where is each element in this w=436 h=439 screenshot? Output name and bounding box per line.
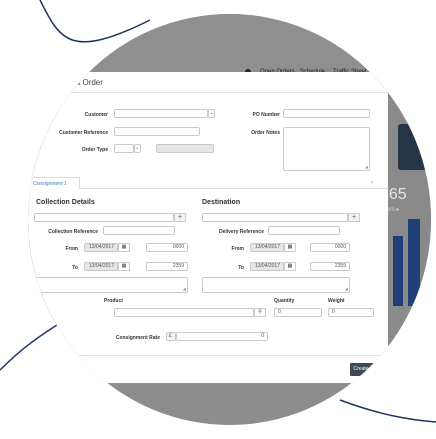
order-type-detail-input[interactable] bbox=[156, 144, 214, 153]
collection-to-label: To bbox=[72, 265, 78, 271]
consignment-rate-label: Consignment Rate bbox=[115, 335, 160, 341]
divider bbox=[28, 92, 388, 93]
collection-address-input[interactable] bbox=[34, 213, 174, 222]
calendar-icon[interactable]: ▦ bbox=[118, 262, 130, 271]
calendar-icon[interactable]: ▦ bbox=[284, 262, 296, 271]
po-number-label: PO Number bbox=[252, 112, 280, 118]
background-bar bbox=[393, 236, 403, 306]
destination-from-label: From bbox=[231, 246, 245, 252]
search-icon[interactable]: ⚲ bbox=[254, 308, 266, 317]
create-sales-order-modal: Create Sales Order Customer ⌄ Customer R… bbox=[28, 72, 388, 383]
add-collection-address-button[interactable]: + bbox=[174, 213, 186, 222]
collection-details-title: Collection Details bbox=[36, 199, 95, 206]
magnified-view: Open Orders Schedule Traffic Sheet 35 36… bbox=[28, 14, 431, 425]
calendar-icon[interactable]: ▦ bbox=[284, 243, 296, 252]
collection-to-time[interactable]: 2359 bbox=[146, 262, 188, 271]
collection-to-date[interactable]: 13/04/2017 bbox=[84, 262, 118, 271]
collection-reference-input[interactable] bbox=[103, 226, 175, 235]
modal-footer: Cancel Create Order bbox=[28, 355, 388, 383]
collection-notes-textarea[interactable]: ◢ bbox=[34, 277, 188, 293]
destination-to-date[interactable]: 13/04/2017 bbox=[250, 262, 284, 271]
weight-input[interactable]: 0 bbox=[328, 308, 374, 317]
resize-grip-icon[interactable]: ◢ bbox=[365, 164, 368, 169]
background-bar bbox=[408, 219, 420, 306]
chevron-down-icon[interactable]: ⌄ bbox=[208, 109, 215, 118]
delivery-reference-input[interactable] bbox=[268, 226, 340, 235]
collection-from-label: From bbox=[65, 246, 79, 252]
delivery-reference-label: Delivery Reference bbox=[218, 229, 264, 235]
collection-from-time[interactable]: 0000 bbox=[146, 243, 188, 252]
quantity-label: Quantity bbox=[274, 298, 295, 304]
collection-reference-label: Collection Reference bbox=[48, 229, 98, 235]
quantity-input[interactable]: 0 bbox=[274, 308, 322, 317]
consignment-rate-input[interactable]: 0 bbox=[176, 332, 268, 341]
collection-from-date[interactable]: 13/04/2017 bbox=[84, 243, 118, 252]
resize-grip-icon[interactable]: ◢ bbox=[183, 286, 186, 291]
create-order-button[interactable]: Create Order bbox=[350, 363, 386, 376]
destination-notes-textarea[interactable]: ◢ bbox=[202, 277, 350, 293]
weight-label: Weight bbox=[328, 298, 345, 304]
currency-symbol: £ bbox=[166, 332, 176, 341]
destination-to-label: To bbox=[238, 265, 244, 271]
order-type-label: Order Type bbox=[81, 147, 108, 153]
product-input[interactable] bbox=[114, 308, 254, 317]
add-destination-address-button[interactable]: + bbox=[348, 213, 360, 222]
tab-next-chevron-icon[interactable]: › bbox=[371, 180, 373, 186]
customer-reference-input[interactable] bbox=[114, 127, 200, 136]
customer-select[interactable] bbox=[114, 109, 208, 118]
destination-to-time[interactable]: 2359 bbox=[310, 262, 350, 271]
po-number-input[interactable] bbox=[283, 109, 370, 118]
chevron-down-icon[interactable]: ⌄ bbox=[134, 144, 141, 153]
destination-from-date[interactable]: 13/04/2017 bbox=[250, 243, 284, 252]
destination-title: Destination bbox=[202, 199, 241, 206]
calendar-icon[interactable]: ▦ bbox=[118, 243, 130, 252]
tab-consignment-1[interactable]: Consignment 1 bbox=[28, 177, 80, 189]
modal-title: Create Sales Order bbox=[34, 78, 103, 87]
destination-from-time[interactable]: 0000 bbox=[310, 243, 350, 252]
product-label: Product bbox=[104, 298, 123, 304]
order-notes-textarea[interactable]: ◢ bbox=[283, 127, 370, 171]
tab-divider bbox=[80, 188, 388, 189]
customer-reference-label: Customer Reference bbox=[59, 130, 108, 136]
order-notes-label: Order Notes bbox=[251, 130, 280, 136]
customer-label: Customer bbox=[84, 112, 108, 118]
cancel-button[interactable]: Cancel bbox=[34, 364, 62, 376]
resize-grip-icon[interactable]: ◢ bbox=[345, 286, 348, 291]
destination-address-input[interactable] bbox=[202, 213, 348, 222]
order-type-select[interactable] bbox=[114, 144, 134, 153]
background-widget bbox=[398, 124, 431, 170]
